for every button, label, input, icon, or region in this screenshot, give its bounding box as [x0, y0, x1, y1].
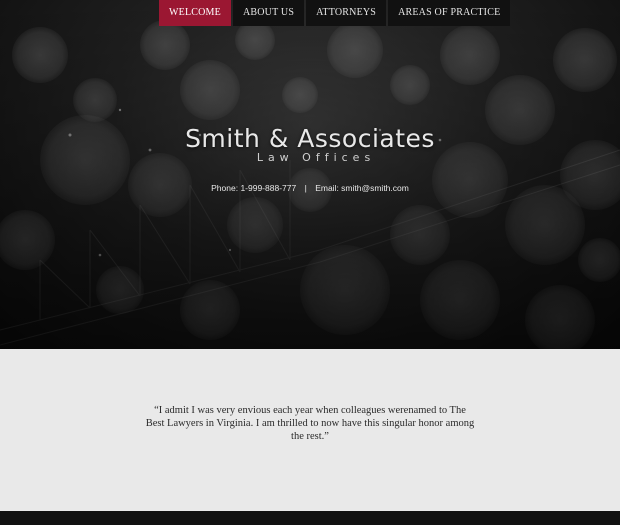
- nav-areas-of-practice[interactable]: AREAS OF PRACTICE: [388, 0, 511, 26]
- contact-info: Phone: 1-999-888-777 | Email: smith@smit…: [0, 183, 620, 193]
- phone-number: Phone: 1-999-888-777: [211, 183, 297, 193]
- site-title[interactable]: Smith & Associates: [0, 124, 620, 153]
- footer-bar: [0, 511, 620, 525]
- testimonial-quote: “I admit I was very envious each year wh…: [145, 405, 475, 442]
- main-navigation: WELCOME ABOUT US ATTORNEYS AREAS OF PRAC…: [159, 0, 512, 26]
- nav-about-us[interactable]: ABOUT US: [232, 0, 305, 26]
- testimonial-section: “I admit I was very envious each year wh…: [0, 349, 620, 511]
- nav-attorneys[interactable]: ATTORNEYS: [306, 0, 387, 26]
- site-brand: Smith & Associates Law Offices: [0, 124, 620, 164]
- nav-welcome[interactable]: WELCOME: [159, 0, 231, 26]
- contact-separator: |: [304, 183, 307, 193]
- bokeh-background-image: [0, 0, 620, 349]
- hero-banner: WELCOME ABOUT US ATTORNEYS AREAS OF PRAC…: [0, 0, 620, 349]
- email-address[interactable]: Email: smith@smith.com: [315, 183, 409, 193]
- site-subtitle: Law Offices: [256, 151, 376, 164]
